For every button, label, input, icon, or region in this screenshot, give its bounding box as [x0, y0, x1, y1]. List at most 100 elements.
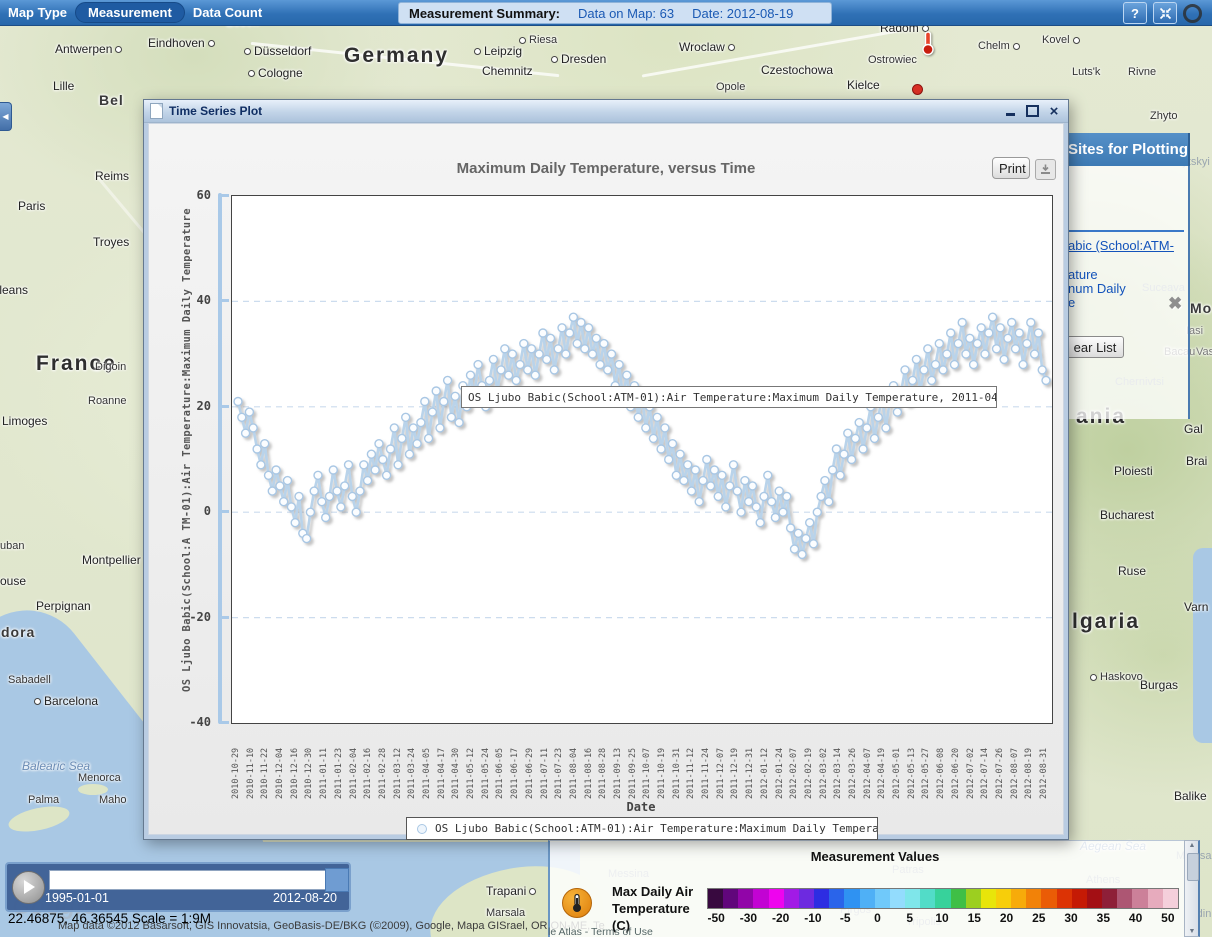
measurement-link-2[interactable]: num Daily — [1068, 281, 1126, 296]
data-point[interactable] — [1023, 340, 1031, 348]
data-point[interactable] — [920, 366, 928, 374]
data-point[interactable] — [474, 361, 482, 369]
data-point[interactable] — [623, 371, 631, 379]
data-point[interactable] — [768, 498, 776, 506]
close-button[interactable]: × — [1046, 104, 1062, 119]
data-point[interactable] — [539, 329, 547, 337]
data-point[interactable] — [337, 503, 345, 511]
minimize-button[interactable] — [1002, 104, 1018, 119]
data-point[interactable] — [596, 361, 604, 369]
data-point[interactable] — [840, 450, 848, 458]
data-point[interactable] — [291, 519, 299, 527]
data-point[interactable] — [672, 471, 680, 479]
data-point[interactable] — [516, 361, 524, 369]
data-point[interactable] — [287, 503, 295, 511]
data-point[interactable] — [730, 461, 738, 469]
tab-data-count[interactable]: Data Count — [185, 3, 270, 22]
data-point[interactable] — [951, 361, 959, 369]
data-point[interactable] — [1031, 350, 1039, 358]
data-point[interactable] — [703, 456, 711, 464]
data-point[interactable] — [813, 508, 821, 516]
data-point[interactable] — [737, 508, 745, 516]
data-point[interactable] — [390, 424, 398, 432]
data-point[interactable] — [939, 366, 947, 374]
data-point[interactable] — [1027, 319, 1035, 327]
data-point[interactable] — [749, 482, 757, 490]
site-dot-marker[interactable] — [912, 84, 923, 95]
data-point[interactable] — [1015, 329, 1023, 337]
data-point[interactable] — [467, 371, 475, 379]
tab-map-type[interactable]: Map Type — [0, 3, 75, 22]
data-point[interactable] — [669, 440, 677, 448]
data-point[interactable] — [954, 340, 962, 348]
data-point[interactable] — [451, 392, 459, 400]
data-point[interactable] — [322, 514, 330, 522]
data-point[interactable] — [844, 429, 852, 437]
data-point[interactable] — [779, 508, 787, 516]
data-point[interactable] — [802, 535, 810, 543]
data-point[interactable] — [268, 487, 276, 495]
data-point[interactable] — [1008, 319, 1016, 327]
data-point[interactable] — [284, 477, 292, 485]
timeline-slider-handle[interactable] — [325, 868, 349, 892]
data-point[interactable] — [783, 492, 791, 500]
data-point[interactable] — [486, 376, 494, 384]
data-point[interactable] — [272, 466, 280, 474]
tab-measurement[interactable]: Measurement — [75, 2, 185, 23]
data-point[interactable] — [253, 445, 261, 453]
data-point[interactable] — [257, 461, 265, 469]
data-point[interactable] — [295, 492, 303, 500]
resize-button[interactable] — [1153, 2, 1177, 24]
data-point[interactable] — [447, 413, 455, 421]
data-point[interactable] — [691, 466, 699, 474]
data-point[interactable] — [535, 350, 543, 358]
data-point[interactable] — [943, 350, 951, 358]
vertical-scrollbar[interactable]: ▲ ▼ — [1184, 840, 1200, 937]
data-point[interactable] — [764, 471, 772, 479]
print-button[interactable]: Print — [992, 157, 1030, 179]
data-point[interactable] — [531, 371, 539, 379]
data-point[interactable] — [444, 376, 452, 384]
measurement-link-1[interactable]: ature — [1068, 267, 1098, 282]
data-point[interactable] — [909, 376, 917, 384]
data-point[interactable] — [592, 334, 600, 342]
data-point[interactable] — [787, 524, 795, 532]
play-button[interactable] — [12, 871, 45, 904]
data-point[interactable] — [699, 477, 707, 485]
data-point[interactable] — [577, 319, 585, 327]
data-point[interactable] — [989, 313, 997, 321]
data-point[interactable] — [848, 456, 856, 464]
data-point[interactable] — [977, 324, 985, 332]
data-point[interactable] — [855, 419, 863, 427]
data-point[interactable] — [756, 519, 764, 527]
data-point[interactable] — [935, 340, 943, 348]
data-point[interactable] — [432, 387, 440, 395]
data-point[interactable] — [333, 487, 341, 495]
data-point[interactable] — [406, 450, 414, 458]
data-point[interactable] — [863, 424, 871, 432]
data-point[interactable] — [375, 440, 383, 448]
data-point[interactable] — [912, 355, 920, 363]
data-point[interactable] — [714, 492, 722, 500]
remove-site-icon[interactable]: ✖ — [1168, 294, 1182, 314]
data-point[interactable] — [242, 429, 250, 437]
data-point[interactable] — [280, 498, 288, 506]
data-point[interactable] — [413, 440, 421, 448]
data-point[interactable] — [791, 545, 799, 553]
data-point[interactable] — [318, 498, 326, 506]
data-point[interactable] — [653, 413, 661, 421]
data-point[interactable] — [775, 487, 783, 495]
data-point[interactable] — [501, 345, 509, 353]
data-point[interactable] — [1019, 361, 1027, 369]
data-point[interactable] — [608, 350, 616, 358]
data-point[interactable] — [600, 340, 608, 348]
terms-of-use-link[interactable]: le Atlas - Terms of Use — [548, 926, 653, 937]
data-point[interactable] — [871, 434, 879, 442]
gear-icon[interactable] — [1183, 4, 1202, 23]
data-point[interactable] — [1004, 334, 1012, 342]
data-point[interactable] — [634, 413, 642, 421]
data-point[interactable] — [649, 434, 657, 442]
data-point[interactable] — [665, 456, 673, 464]
data-point[interactable] — [329, 466, 337, 474]
data-point[interactable] — [245, 408, 253, 416]
